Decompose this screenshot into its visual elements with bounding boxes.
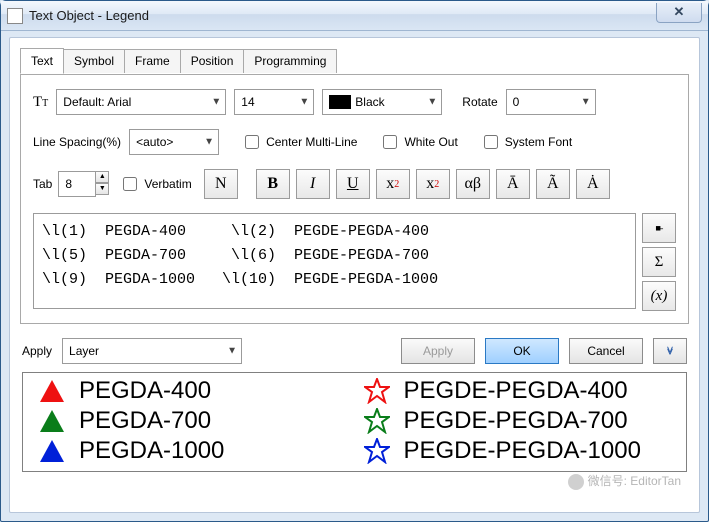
verbatim-checkbox[interactable]: Verbatim: [119, 174, 191, 194]
legend-symbol: [360, 438, 394, 464]
apply-scope-value: Layer: [69, 344, 99, 358]
superscript-button[interactable]: x2: [376, 169, 410, 199]
center-multiline-input[interactable]: [245, 135, 259, 149]
side-buttons: ▪– Σ (x): [642, 213, 676, 311]
spin-down-icon[interactable]: ▼: [95, 183, 109, 195]
legend-preview: PEGDA-400 PEGDE-PEGDA-400 PEGDA-700 PEGDE-P…: [22, 372, 687, 472]
legend-text-input[interactable]: [33, 213, 636, 309]
greek-button[interactable]: αβ: [456, 169, 490, 199]
cancel-button[interactable]: Cancel: [569, 338, 643, 364]
tab-page-text: TT Default: Arial ▼ 14 ▼ Black ▼ Rotate …: [20, 74, 689, 324]
close-icon: ✕: [674, 4, 685, 20]
tab-text[interactable]: Text: [20, 48, 64, 74]
center-multiline-label: Center Multi-Line: [266, 135, 357, 149]
apply-scope-select[interactable]: Layer ▼: [62, 338, 242, 364]
system-font-input[interactable]: [484, 135, 498, 149]
legend-entry-text: PEGDE-PEGDA-400: [404, 377, 675, 405]
action-row: Apply Layer ▼ Apply OK Cancel ˅˅: [22, 338, 687, 364]
legend-symbol: [35, 409, 69, 433]
line-spacing-label: Line Spacing(%): [33, 135, 121, 149]
font-size-value: 14: [241, 95, 254, 109]
rotate-value: 0: [513, 95, 520, 109]
dot-accent-button[interactable]: Ȧ: [576, 169, 610, 199]
toolbar-row: Tab 8 ▲ ▼ Verbatim N B I U x2 x2 αβ: [33, 169, 676, 199]
window-title: Text Object - Legend: [29, 8, 149, 23]
client-area: Text Symbol Frame Position Programming T…: [9, 37, 700, 513]
chevron-down-icon: ▼: [227, 346, 237, 357]
double-chevron-down-icon: ˅˅: [666, 347, 673, 355]
legend-text-wrap: ▪– Σ (x): [33, 213, 676, 311]
font-icon: TT: [33, 94, 48, 111]
chevron-down-icon: ▼: [299, 97, 309, 108]
tab-size-spinner[interactable]: ▲ ▼: [95, 171, 109, 197]
line-spacing-value: <auto>: [136, 135, 173, 149]
center-multiline-checkbox[interactable]: Center Multi-Line: [241, 132, 357, 152]
chevron-down-icon: ▼: [204, 137, 214, 148]
legend-symbol: [360, 378, 394, 404]
tab-strip: Text Symbol Frame Position Programming: [20, 48, 689, 74]
chevron-down-icon: ▼: [211, 97, 221, 108]
titlebar: Text Object - Legend ✕: [1, 1, 708, 31]
apply-button[interactable]: Apply: [401, 338, 475, 364]
font-color-select[interactable]: Black ▼: [322, 89, 442, 115]
legend-symbol: [35, 439, 69, 463]
font-size-select[interactable]: 14 ▼: [234, 89, 314, 115]
legend-entry-text: PEGDA-1000: [79, 437, 350, 465]
tab-size-label: Tab: [33, 177, 52, 191]
italic-button[interactable]: I: [296, 169, 330, 199]
chevron-down-icon: ▼: [427, 97, 437, 108]
tab-size-input[interactable]: 8: [58, 171, 96, 197]
legend-entry-text: PEGDA-700: [79, 407, 350, 435]
spin-up-icon[interactable]: ▲: [95, 171, 109, 183]
bold-button[interactable]: B: [256, 169, 290, 199]
tab-position[interactable]: Position: [180, 49, 245, 73]
tab-symbol[interactable]: Symbol: [63, 49, 125, 73]
close-button[interactable]: ✕: [656, 3, 702, 23]
line-spacing-select[interactable]: <auto> ▼: [129, 129, 219, 155]
tab-frame[interactable]: Frame: [124, 49, 181, 73]
rotate-select[interactable]: 0 ▼: [506, 89, 596, 115]
font-family-select[interactable]: Default: Arial ▼: [56, 89, 226, 115]
system-font-checkbox[interactable]: System Font: [480, 132, 572, 152]
legend-symbol: [360, 408, 394, 434]
rotate-label: Rotate: [462, 95, 497, 109]
verbatim-input[interactable]: [123, 177, 137, 191]
color-swatch-icon: [329, 95, 351, 109]
tab-size-value: 8: [65, 177, 72, 191]
legend-entry-text: PEGDE-PEGDA-1000: [404, 437, 675, 465]
font-family-value: Default: Arial: [63, 95, 131, 109]
legend-entry-text: PEGDA-400: [79, 377, 350, 405]
system-font-label: System Font: [505, 135, 572, 149]
font-color-value: Black: [355, 95, 384, 109]
app-icon: [7, 8, 23, 24]
apply-to-label: Apply: [22, 344, 52, 358]
subscript-button[interactable]: x2: [416, 169, 450, 199]
tab-programming[interactable]: Programming: [243, 49, 337, 73]
overbar-button[interactable]: Ā: [496, 169, 530, 199]
whiteout-input[interactable]: [383, 135, 397, 149]
normal-button[interactable]: N: [204, 169, 238, 199]
whiteout-label: White Out: [404, 135, 457, 149]
symbol-map-button[interactable]: ▪–: [642, 213, 676, 243]
legend-symbol: [35, 379, 69, 403]
font-row: TT Default: Arial ▼ 14 ▼ Black ▼ Rotate …: [33, 89, 676, 115]
underline-button[interactable]: U: [336, 169, 370, 199]
chevron-down-icon: ▼: [581, 97, 591, 108]
verbatim-label: Verbatim: [144, 177, 191, 191]
watermark: 微信号: EditorTan: [568, 472, 681, 490]
legend-entry-text: PEGDE-PEGDA-700: [404, 407, 675, 435]
tilde-button[interactable]: Ã: [536, 169, 570, 199]
line-row: Line Spacing(%) <auto> ▼ Center Multi-Li…: [33, 129, 676, 155]
sigma-button[interactable]: Σ: [642, 247, 676, 277]
ok-button[interactable]: OK: [485, 338, 559, 364]
variable-button[interactable]: (x): [642, 281, 676, 311]
whiteout-checkbox[interactable]: White Out: [379, 132, 457, 152]
expand-button[interactable]: ˅˅: [653, 338, 687, 364]
